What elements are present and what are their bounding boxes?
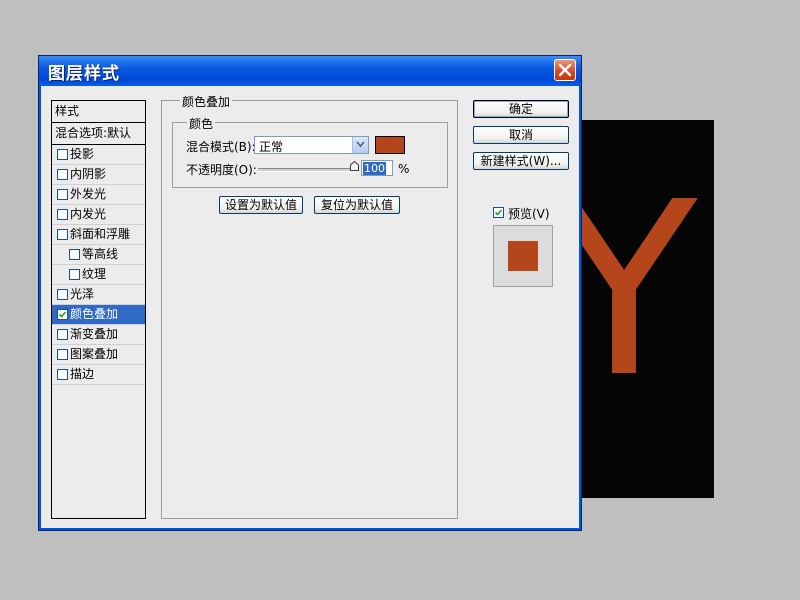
style-item[interactable]: 内发光 [52,205,145,225]
styles-list: 样式 混合选项:默认 投影内阴影外发光内发光斜面和浮雕等高线纹理光泽颜色叠加渐变… [51,100,146,519]
style-item-checkbox[interactable] [57,309,68,320]
opacity-unit: % [398,162,410,176]
opacity-slider[interactable] [258,168,358,172]
style-item-checkbox[interactable] [57,149,68,160]
style-item-checkbox[interactable] [57,209,68,220]
style-item[interactable]: 外发光 [52,185,145,205]
style-item-label: 颜色叠加 [70,307,119,321]
cancel-button[interactable]: 取消 [473,126,569,144]
dialog-body: 样式 混合选项:默认 投影 内阴影 外发光 内发光 斜面和浮雕 等高线 纹理 光泽 颜色叠加 渐变… [43,86,577,526]
layer-style-dialog: 图层样式 样式 混合选项:默认 投影 内阴影 外发光 内发光 斜面和浮雕 等高线 纹理 光泽颜… [38,55,582,531]
styles-header[interactable]: 样式 [52,101,145,123]
preview-label: 预览(V) [508,207,550,221]
style-item-checkbox[interactable] [57,369,68,380]
preview-checkbox-box[interactable] [493,207,504,218]
style-item-label: 纹理 [82,267,107,281]
style-item-checkbox[interactable] [69,249,80,260]
style-item-checkbox[interactable] [57,349,68,360]
style-item-checkbox[interactable] [69,269,80,280]
style-item-checkbox[interactable] [57,189,68,200]
color-overlay-title: 颜色叠加 [180,93,233,110]
style-item-label: 等高线 [82,247,119,261]
chevron-down-icon [356,141,365,148]
style-item-checkbox[interactable] [57,289,68,300]
style-item[interactable]: 描边 [52,365,145,385]
style-item-label: 渐变叠加 [70,327,119,341]
style-item-checkbox[interactable] [57,329,68,340]
style-item[interactable]: 光泽 [52,285,145,305]
overlay-color-swatch[interactable] [375,136,405,154]
slider-thumb-icon[interactable] [350,161,359,171]
style-item-checkbox[interactable] [57,169,68,180]
style-item-label: 光泽 [70,287,95,301]
style-item[interactable]: 等高线 [52,245,145,265]
style-item[interactable]: 颜色叠加 [52,305,145,325]
color-subgroup: 颜色 混合模式(B): 正常 不透明度(O): 100 % [172,115,448,188]
checkmark-icon [58,311,67,318]
style-item-label: 外发光 [70,187,107,201]
style-item-checkbox[interactable] [57,229,68,240]
style-preview [493,225,553,287]
color-overlay-group: 颜色叠加 颜色 混合模式(B): 正常 不透明度(O): 100 % 设置为默认… [161,93,458,519]
checkmark-icon [494,209,503,216]
new-style-button[interactable]: 新建样式(W)... [473,152,569,170]
preview-swatch [508,241,538,271]
style-item-label: 内发光 [70,207,107,221]
set-default-button[interactable]: 设置为默认值 [219,196,303,214]
style-item[interactable]: 图案叠加 [52,345,145,365]
blend-mode-select[interactable]: 正常 [254,136,369,154]
blend-mode-value: 正常 [259,140,284,154]
opacity-label: 不透明度(O): [186,163,257,177]
document-canvas: Y [560,120,714,498]
style-item-label: 图案叠加 [70,347,119,361]
ok-button[interactable]: 确定 [473,100,569,118]
style-item[interactable]: 斜面和浮雕 [52,225,145,245]
opacity-input[interactable]: 100 [361,160,393,176]
dialog-title: 图层样式 [48,64,120,84]
style-item-label: 描边 [70,367,95,381]
reset-default-button[interactable]: 复位为默认值 [314,196,400,214]
style-item-label: 斜面和浮雕 [70,227,131,241]
style-item[interactable]: 内阴影 [52,165,145,185]
blend-mode-label: 混合模式(B): [186,140,256,154]
dropdown-arrow-button[interactable] [352,137,368,153]
opacity-value: 100 [363,162,386,175]
color-subgroup-title: 颜色 [187,115,216,132]
style-item[interactable]: 投影 [52,145,145,165]
close-button[interactable] [554,59,576,81]
style-item[interactable]: 纹理 [52,265,145,285]
style-item[interactable]: 渐变叠加 [52,325,145,345]
close-icon [558,63,572,77]
title-bar[interactable]: 图层样式 [39,56,581,86]
blending-options-item[interactable]: 混合选项:默认 [52,123,145,145]
style-item-label: 投影 [70,147,95,161]
style-item-label: 内阴影 [70,167,107,181]
